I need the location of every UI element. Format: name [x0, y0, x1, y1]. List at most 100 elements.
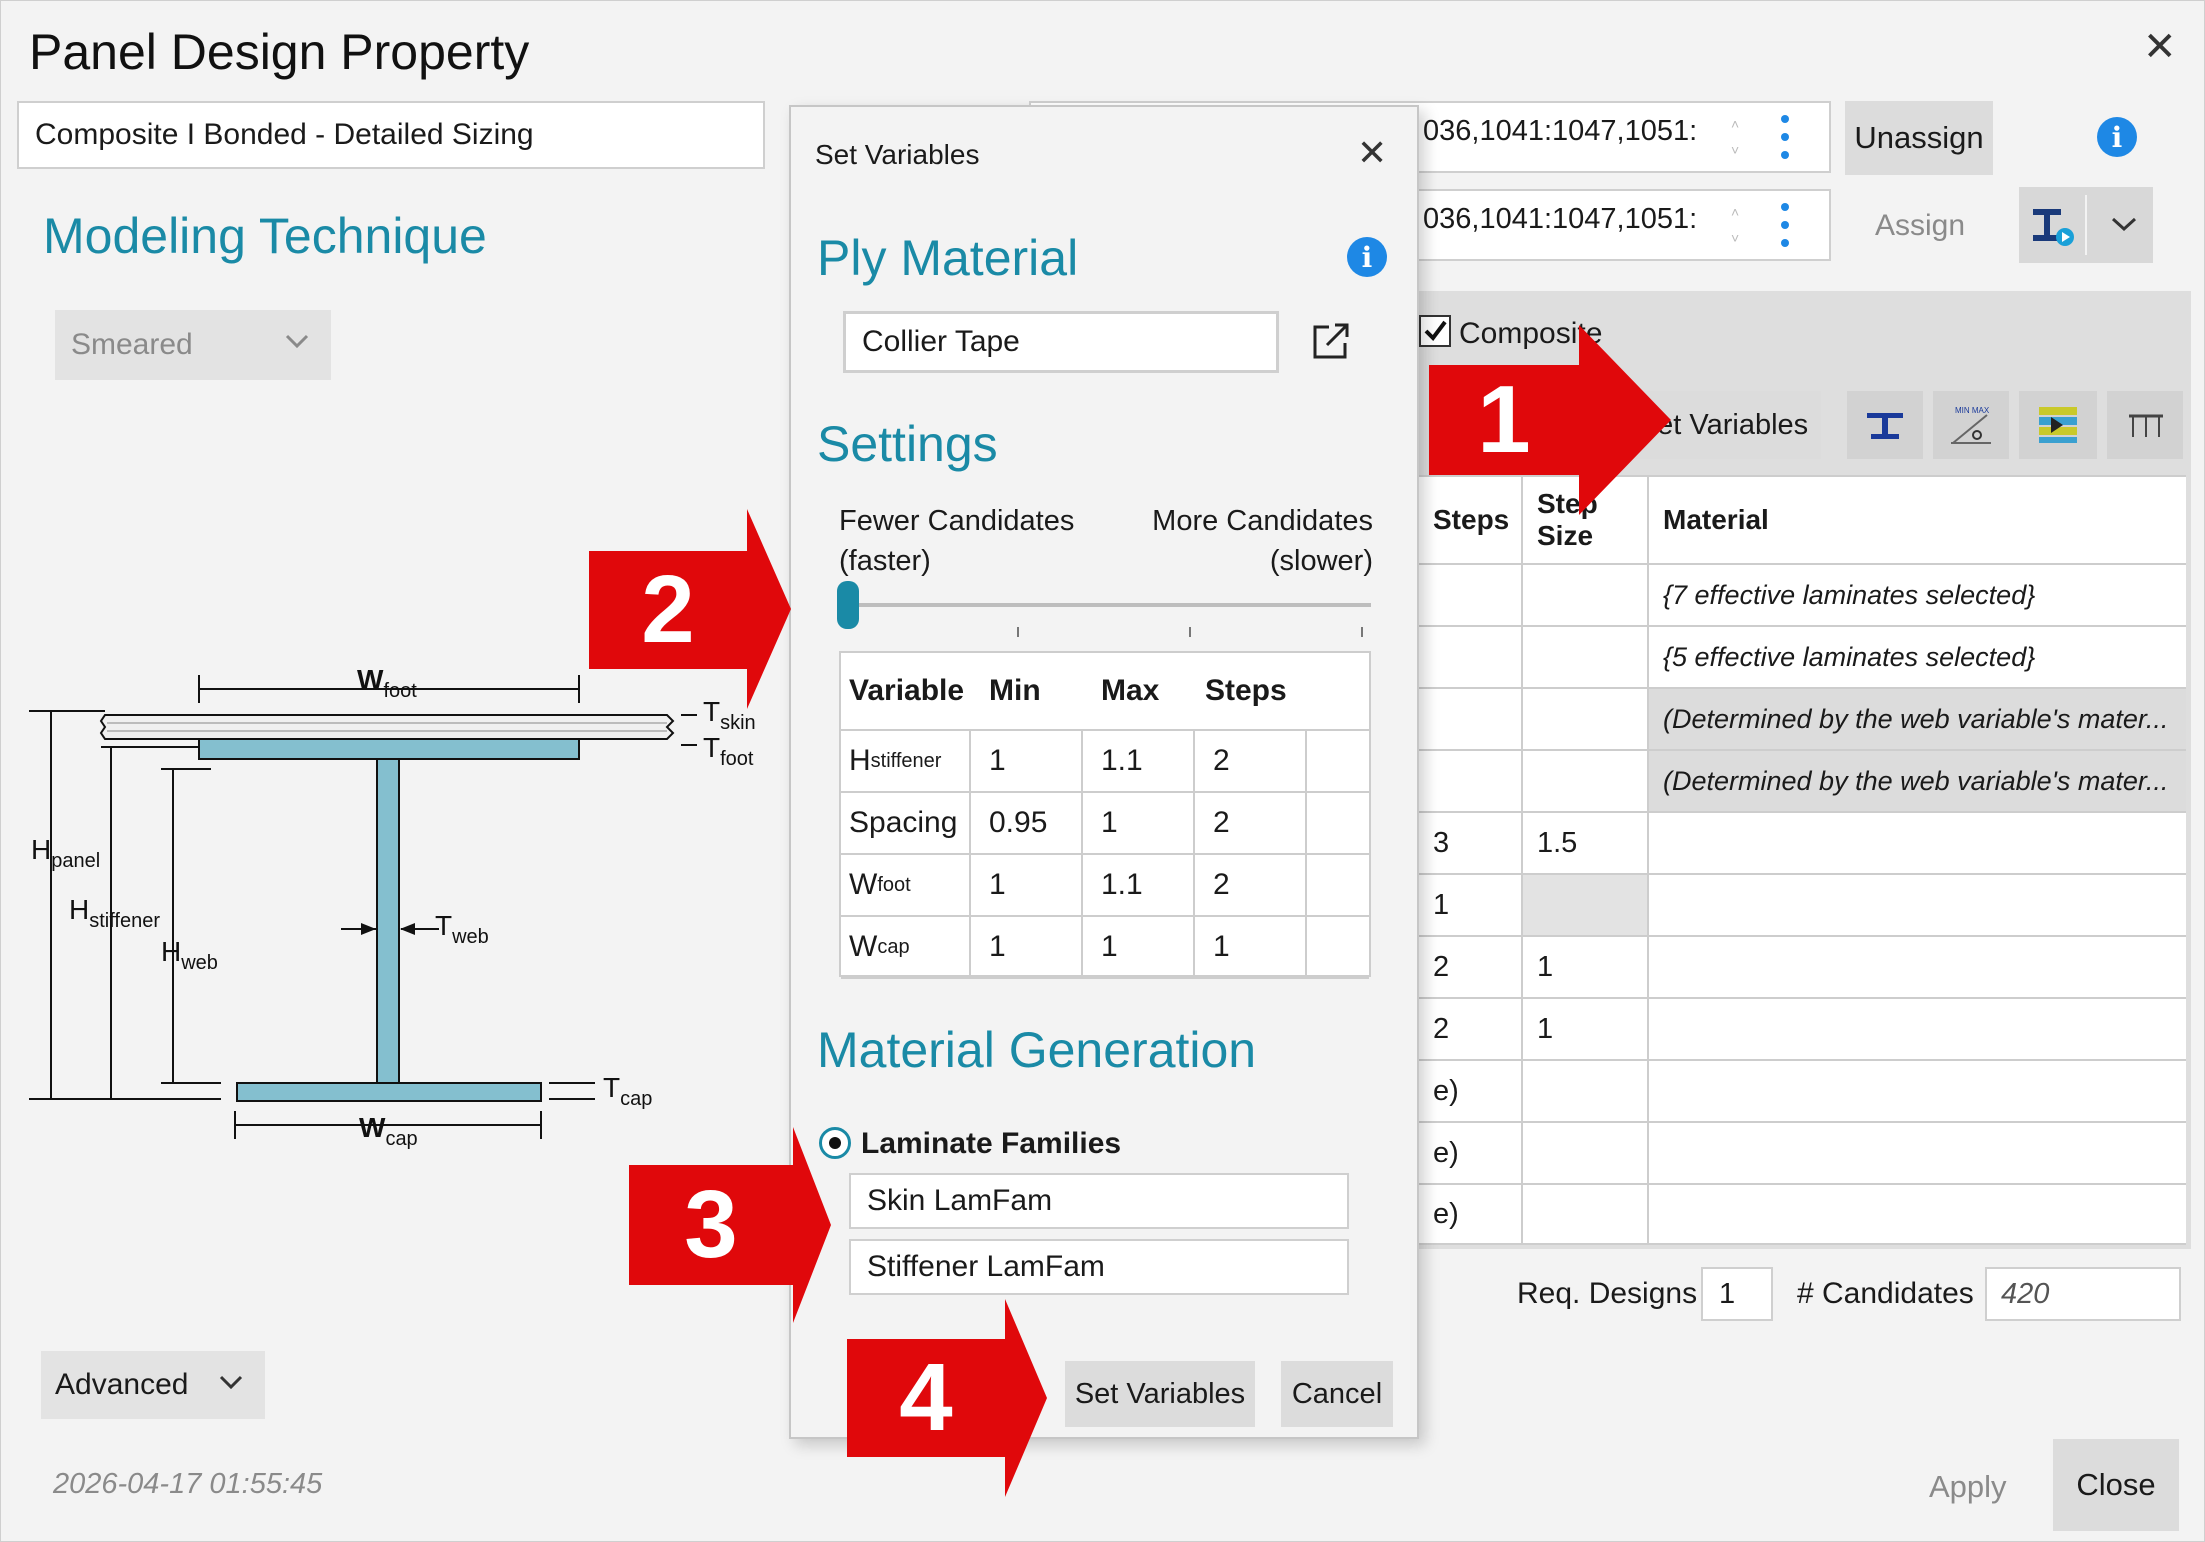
- candidates-slider-thumb[interactable]: [837, 581, 859, 629]
- steps-cell[interactable]: 3: [1419, 813, 1523, 873]
- step-size-cell[interactable]: [1523, 627, 1649, 687]
- variable-row[interactable]: Wfoot 1 1.1 2: [841, 855, 1369, 917]
- steps-cell[interactable]: 2: [1195, 731, 1307, 791]
- table-row[interactable]: e): [1419, 1059, 2186, 1121]
- variable-row[interactable]: Wcap 1 1 1: [841, 917, 1369, 979]
- material-cell[interactable]: {7 effective laminates selected}: [1649, 565, 2186, 625]
- steps-cell[interactable]: 2: [1419, 937, 1523, 997]
- apply-button[interactable]: Apply: [1929, 1469, 2007, 1505]
- step-size-cell[interactable]: [1523, 565, 1649, 625]
- steps-cell[interactable]: [1419, 751, 1523, 811]
- max-cell[interactable]: 1.1: [1083, 855, 1195, 915]
- table-row[interactable]: 1: [1419, 873, 2186, 935]
- settings-heading: Settings: [817, 416, 998, 472]
- ply-material-field[interactable]: Collier Tape: [843, 311, 1279, 373]
- assign-button[interactable]: Assign: [1875, 209, 1965, 243]
- steps-cell[interactable]: [1419, 689, 1523, 749]
- material-cell[interactable]: [1649, 1185, 2186, 1243]
- open-external-icon[interactable]: [1311, 321, 1351, 361]
- label-h-panel: Hpanel: [31, 834, 100, 872]
- variable-name: W: [849, 868, 878, 901]
- columns-tool-button[interactable]: [2107, 391, 2183, 459]
- laminate-tool-button[interactable]: [2019, 391, 2097, 459]
- variable-row[interactable]: Hstiffener 1 1.1 2: [841, 731, 1369, 793]
- material-cell[interactable]: {5 effective laminates selected}: [1649, 627, 2186, 687]
- max-cell[interactable]: 1: [1083, 917, 1195, 977]
- info-icon[interactable]: i: [1347, 237, 1387, 277]
- table-row[interactable]: 21: [1419, 935, 2186, 997]
- laminate-family-skin[interactable]: Skin LamFam: [849, 1173, 1349, 1229]
- steps-cell[interactable]: [1419, 565, 1523, 625]
- steps-cell[interactable]: 2: [1195, 793, 1307, 853]
- material-cell[interactable]: [1649, 813, 2186, 873]
- candidates-slider-track[interactable]: [845, 603, 1371, 607]
- steps-cell[interactable]: 1: [1419, 875, 1523, 935]
- table-row[interactable]: e): [1419, 1183, 2186, 1245]
- max-cell[interactable]: 1: [1083, 793, 1195, 853]
- design-name-field[interactable]: Composite I Bonded - Detailed Sizing: [17, 101, 765, 169]
- step-size-cell[interactable]: [1523, 875, 1649, 935]
- step-size-cell[interactable]: [1523, 689, 1649, 749]
- table-row[interactable]: {5 effective laminates selected}: [1419, 625, 2186, 687]
- variable-range-table: Variable Min Max Steps Hstiffener 1 1.1 2 Sp…: [839, 651, 1371, 979]
- steps-cell[interactable]: 2: [1195, 855, 1307, 915]
- min-max-icon: MIN MAX: [1951, 406, 1991, 444]
- material-cell[interactable]: [1649, 937, 2186, 997]
- max-cell[interactable]: 1.1: [1083, 731, 1195, 791]
- table-row[interactable]: 3 1.5: [1419, 811, 2186, 873]
- material-cell[interactable]: [1649, 1123, 2186, 1183]
- advanced-dropdown[interactable]: Advanced: [41, 1351, 265, 1419]
- table-row[interactable]: 21: [1419, 997, 2186, 1059]
- min-cell[interactable]: 0.95: [971, 793, 1083, 853]
- assign-tool-splitbutton[interactable]: [2019, 187, 2153, 263]
- more-vertical-icon[interactable]: [1777, 113, 1793, 161]
- step-size-cell[interactable]: 1: [1523, 999, 1649, 1059]
- material-cell[interactable]: [1649, 999, 2186, 1059]
- close-button[interactable]: Close: [2053, 1439, 2179, 1531]
- steps-cell[interactable]: 2: [1419, 999, 1523, 1059]
- step-size-cell[interactable]: 1.5: [1523, 813, 1649, 873]
- step-size-cell[interactable]: [1523, 751, 1649, 811]
- steps-cell[interactable]: 1: [1195, 917, 1307, 977]
- spin-arrows-icon[interactable]: ˄ ˅: [1731, 199, 1739, 251]
- material-cell[interactable]: [1649, 875, 2186, 935]
- step-size-cell[interactable]: 1: [1523, 937, 1649, 997]
- window-title: Panel Design Property: [29, 24, 530, 80]
- variable-name-cell: Spacing: [841, 793, 971, 853]
- min-cell[interactable]: 1: [971, 731, 1083, 791]
- steps-cell[interactable]: e): [1419, 1123, 1523, 1183]
- window-close-icon[interactable]: ✕: [2143, 27, 2177, 67]
- spin-arrows-icon[interactable]: ˄ ˅: [1731, 111, 1739, 163]
- table-row[interactable]: (Determined by the web variable's mater.…: [1419, 749, 2186, 811]
- variable-name-cell: Wcap: [841, 917, 971, 977]
- more-vertical-icon[interactable]: [1777, 201, 1793, 249]
- min-max-tool-button[interactable]: MIN MAX: [1933, 391, 2009, 459]
- step-size-cell[interactable]: [1523, 1061, 1649, 1121]
- dialog-set-variables-button[interactable]: Set Variables: [1065, 1361, 1255, 1427]
- table-row[interactable]: {7 effective laminates selected}: [1419, 563, 2186, 625]
- laminate-family-stiffener[interactable]: Stiffener LamFam: [849, 1239, 1349, 1295]
- variable-row[interactable]: Spacing 0.95 1 2: [841, 793, 1369, 855]
- material-cell[interactable]: (Determined by the web variable's mater.…: [1649, 689, 2186, 749]
- table-row[interactable]: (Determined by the web variable's mater.…: [1419, 687, 2186, 749]
- table-row[interactable]: e): [1419, 1121, 2186, 1183]
- variable-col-header: Variable: [849, 674, 965, 707]
- steps-cell[interactable]: e): [1419, 1185, 1523, 1243]
- min-cell[interactable]: 1: [971, 855, 1083, 915]
- step-size-cell[interactable]: [1523, 1123, 1649, 1183]
- steps-cell[interactable]: [1419, 627, 1523, 687]
- req-designs-input[interactable]: 1: [1701, 1267, 1773, 1321]
- info-icon[interactable]: i: [2097, 117, 2137, 157]
- unassign-button[interactable]: Unassign: [1845, 101, 1993, 175]
- min-cell[interactable]: 1: [971, 917, 1083, 977]
- step-size-cell[interactable]: [1523, 1185, 1649, 1243]
- modeling-technique-dropdown[interactable]: Smeared: [55, 310, 331, 380]
- dialog-cancel-button[interactable]: Cancel: [1281, 1361, 1393, 1427]
- modeling-technique-value: Smeared: [71, 328, 193, 361]
- steps-cell[interactable]: e): [1419, 1061, 1523, 1121]
- modeling-technique-heading: Modeling Technique: [43, 208, 487, 264]
- dialog-close-icon[interactable]: ✕: [1357, 135, 1387, 171]
- material-cell[interactable]: [1649, 1061, 2186, 1121]
- i-beam-tool-button[interactable]: [1847, 391, 1923, 459]
- material-cell[interactable]: (Determined by the web variable's mater.…: [1649, 751, 2186, 811]
